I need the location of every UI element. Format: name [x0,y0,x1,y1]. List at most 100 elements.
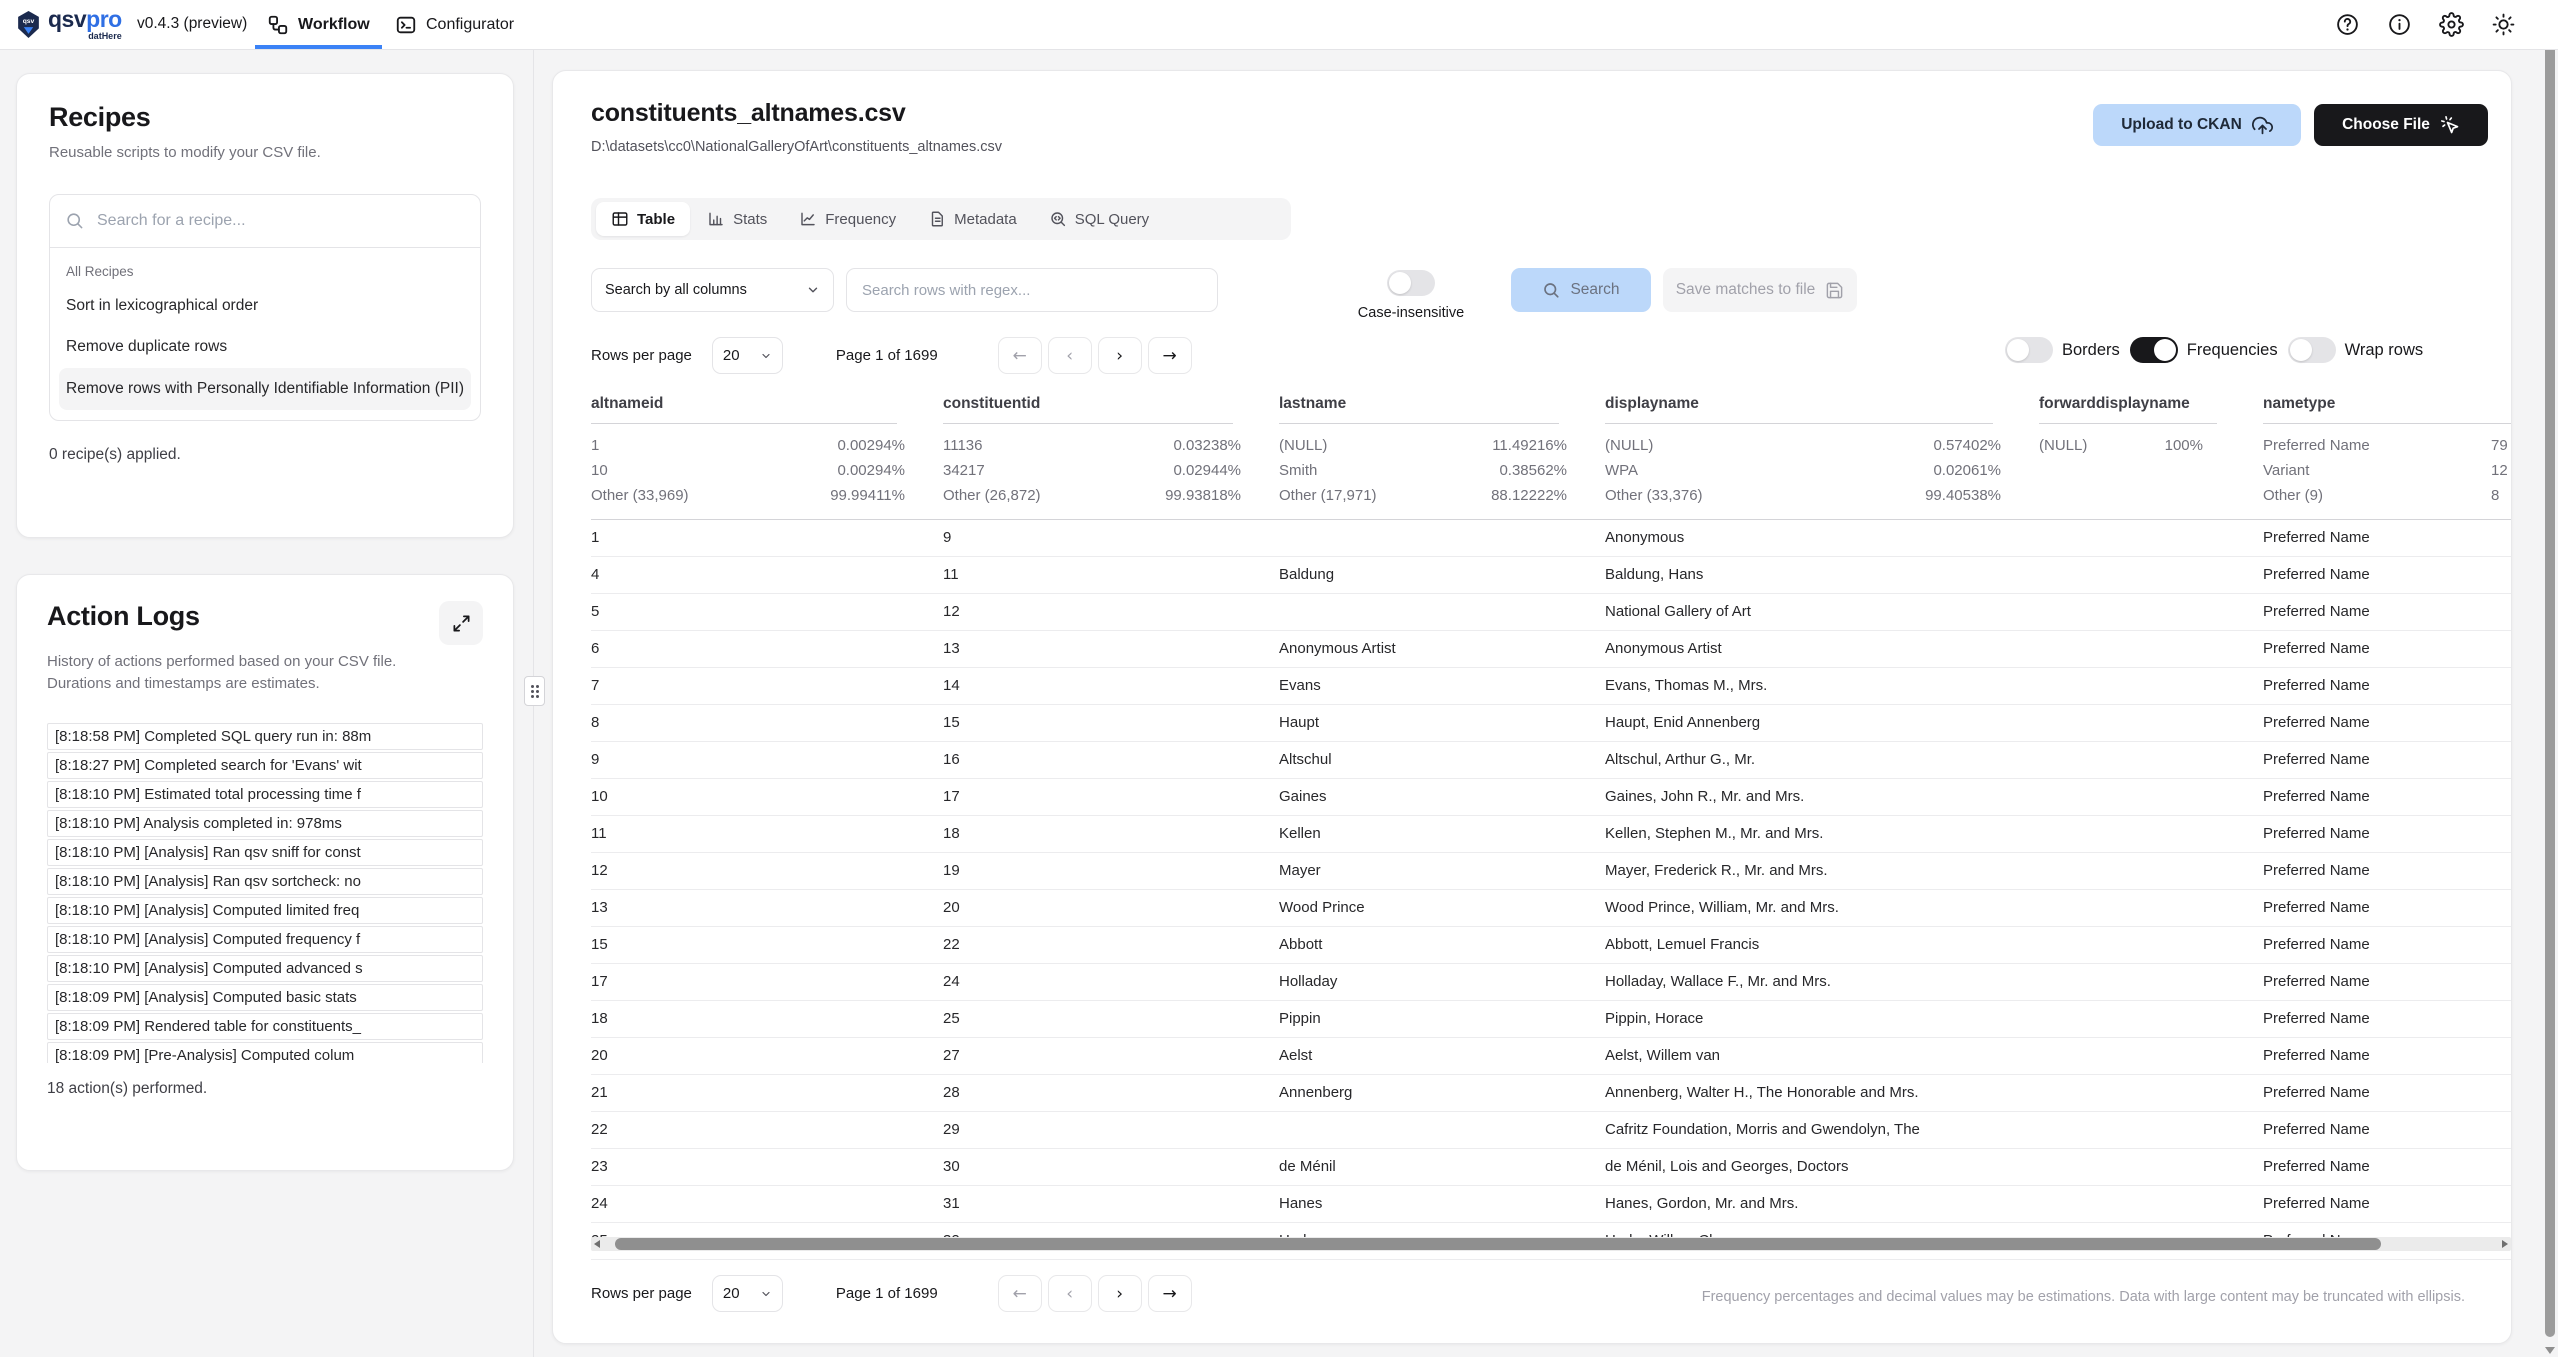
wrap-rows-toggle[interactable] [2288,337,2336,363]
next-page-button[interactable]: › [1098,337,1142,374]
table-row: 1724HolladayHolladay, Wallace F., Mr. an… [591,964,2512,1001]
cell-displayname: Baldung, Hans [1605,557,2039,593]
cell-constituentid: 22 [943,927,1279,963]
cell-altnameid: 18 [591,1001,943,1037]
page-indicator: Page 1 of 1699 [836,1285,938,1302]
cell-altnameid: 1 [591,520,943,556]
rows-per-page-select[interactable]: 20 [712,337,783,374]
table-body: 19AnonymousPreferred Name411BaldungBaldu… [591,520,2512,1260]
first-page-button[interactable]: ← [998,337,1042,374]
cell-altnameid: 22 [591,1112,943,1148]
cell-constituentid: 29 [943,1112,1279,1148]
frequency-line: 100.00294% [591,458,943,483]
log-list[interactable]: [8:18:58 PM] Completed SQL query run in:… [47,723,483,1063]
view-tab-metadata[interactable]: Metadata [913,202,1032,236]
frequency-line: Variant12 [2263,458,2512,483]
frequency-percent: 0.00294% [837,433,905,458]
tab-workflow[interactable]: Workflow [267,0,370,49]
horizontal-scrollbar[interactable] [591,1237,2511,1251]
view-tab-sql-query[interactable]: SQL Query [1034,202,1164,236]
frequency-cell-forwarddisplayname: (NULL) 100% [2039,433,2263,508]
cell-forwarddisplayname [2039,705,2263,741]
last-page-button[interactable]: → [1148,337,1192,374]
cell-lastname: Aelst [1279,1038,1605,1074]
frequency-cell-displayname: (NULL)0.57402%WPA0.02061%Other (33,376)9… [1605,433,2039,508]
view-tab-stats[interactable]: Stats [692,202,782,236]
search-column-select[interactable]: Search by all columns [591,268,834,312]
table-row: 2330de Ménilde Ménil, Lois and Georges, … [591,1149,2512,1186]
table-row: 1320Wood PrinceWood Prince, William, Mr.… [591,890,2512,927]
log-entry: [8:18:10 PM] [Analysis] Computed frequen… [47,926,483,953]
recipe-item[interactable]: Remove duplicate rows [59,326,471,368]
regex-search-input[interactable] [846,268,1218,312]
previous-page-button[interactable]: ‹ [1048,337,1092,374]
previous-page-button[interactable]: ‹ [1048,1275,1092,1312]
cell-nametype: Preferred Name [2263,1038,2512,1074]
info-icon[interactable] [2387,12,2412,37]
log-entry: [8:18:10 PM] [Analysis] Computed advance… [47,955,483,982]
table-row: 2229Cafritz Foundation, Morris and Gwend… [591,1112,2512,1149]
recipe-search[interactable] [50,195,480,248]
frequency-cell-lastname: (NULL)11.49216%Smith0.38562%Other (17,97… [1279,433,1605,508]
frequency-value: (NULL) [2039,433,2087,458]
horizontal-scrollbar-thumb[interactable] [615,1238,2381,1250]
settings-icon[interactable] [2439,12,2464,37]
table-row: 916AltschulAltschul, Arthur G., Mr.Prefe… [591,742,2512,779]
frequency-percent: 0.02061% [1933,458,2001,483]
recipe-item[interactable]: Remove rows with Personally Identifiable… [59,368,471,410]
chevron-down-icon [806,283,820,297]
app-version: v0.4.3 (preview) [137,15,247,33]
cell-altnameid: 8 [591,705,943,741]
first-page-button[interactable]: ← [998,1275,1042,1312]
cell-lastname: Evans [1279,668,1605,704]
log-entry: [8:18:58 PM] Completed SQL query run in:… [47,723,483,750]
toggle-label: Frequencies [2187,341,2278,360]
frequency-value: 10 [591,458,608,483]
expand-logs-button[interactable] [439,601,483,645]
cell-constituentid: 13 [943,631,1279,667]
cell-constituentid: 15 [943,705,1279,741]
scroll-right-icon[interactable] [2502,1240,2508,1248]
help-icon[interactable] [2335,12,2360,37]
last-page-button[interactable]: → [1148,1275,1192,1312]
table-row: 613Anonymous ArtistAnonymous ArtistPrefe… [591,631,2512,668]
recipe-search-input[interactable] [95,211,465,231]
next-page-button[interactable]: › [1098,1275,1142,1312]
save-matches-button[interactable]: Save matches to file [1663,268,1857,312]
frequency-line: Smith0.38562% [1279,458,1605,483]
column-header-altnameid: altnameid [591,389,943,424]
borders-toggle[interactable] [2005,337,2053,363]
brand-wordmark: qsvpro [48,6,122,32]
view-tab-frequency[interactable]: Frequency [784,202,911,236]
terminal-icon [395,14,417,36]
case-insensitive-toggle[interactable] [1387,270,1435,296]
cell-nametype: Preferred Name [2263,1001,2512,1037]
upload-to-ckan-button[interactable]: Upload to CKAN [2093,104,2301,146]
frequency-percent: 0.02944% [1173,458,1241,483]
cell-altnameid: 17 [591,964,943,1000]
theme-icon[interactable] [2491,12,2516,37]
grip-dots-icon [531,685,539,698]
frequencies-toggle[interactable] [2130,337,2178,363]
tab-configurator[interactable]: Configurator [395,0,514,49]
cell-forwarddisplayname [2039,668,2263,704]
toggle-knob [2290,339,2312,361]
choose-file-button[interactable]: Choose File [2314,104,2488,146]
cell-nametype: Preferred Name [2263,705,2512,741]
cell-displayname: Evans, Thomas M., Mrs. [1605,668,2039,704]
pane-resize-handle[interactable] [524,676,545,706]
frequency-value: 34217 [943,458,985,483]
recipe-item[interactable]: Sort in lexicographical order [59,285,471,327]
frequency-percent: 100% [2165,433,2203,458]
window-scrollbar-thumb[interactable] [2545,17,2555,1337]
cell-constituentid: 25 [943,1001,1279,1037]
cell-displayname: Gaines, John R., Mr. and Mrs. [1605,779,2039,815]
scroll-down-icon[interactable] [2545,1347,2555,1354]
cell-displayname: National Gallery of Art [1605,594,2039,630]
window-scrollbar[interactable] [2543,0,2557,1357]
scroll-left-icon[interactable] [594,1240,600,1248]
search-button[interactable]: Search [1511,268,1651,312]
view-tab-table[interactable]: Table [596,202,690,236]
rows-per-page-select[interactable]: 20 [712,1275,783,1312]
frequency-line: (NULL)0.57402% [1605,433,2039,458]
